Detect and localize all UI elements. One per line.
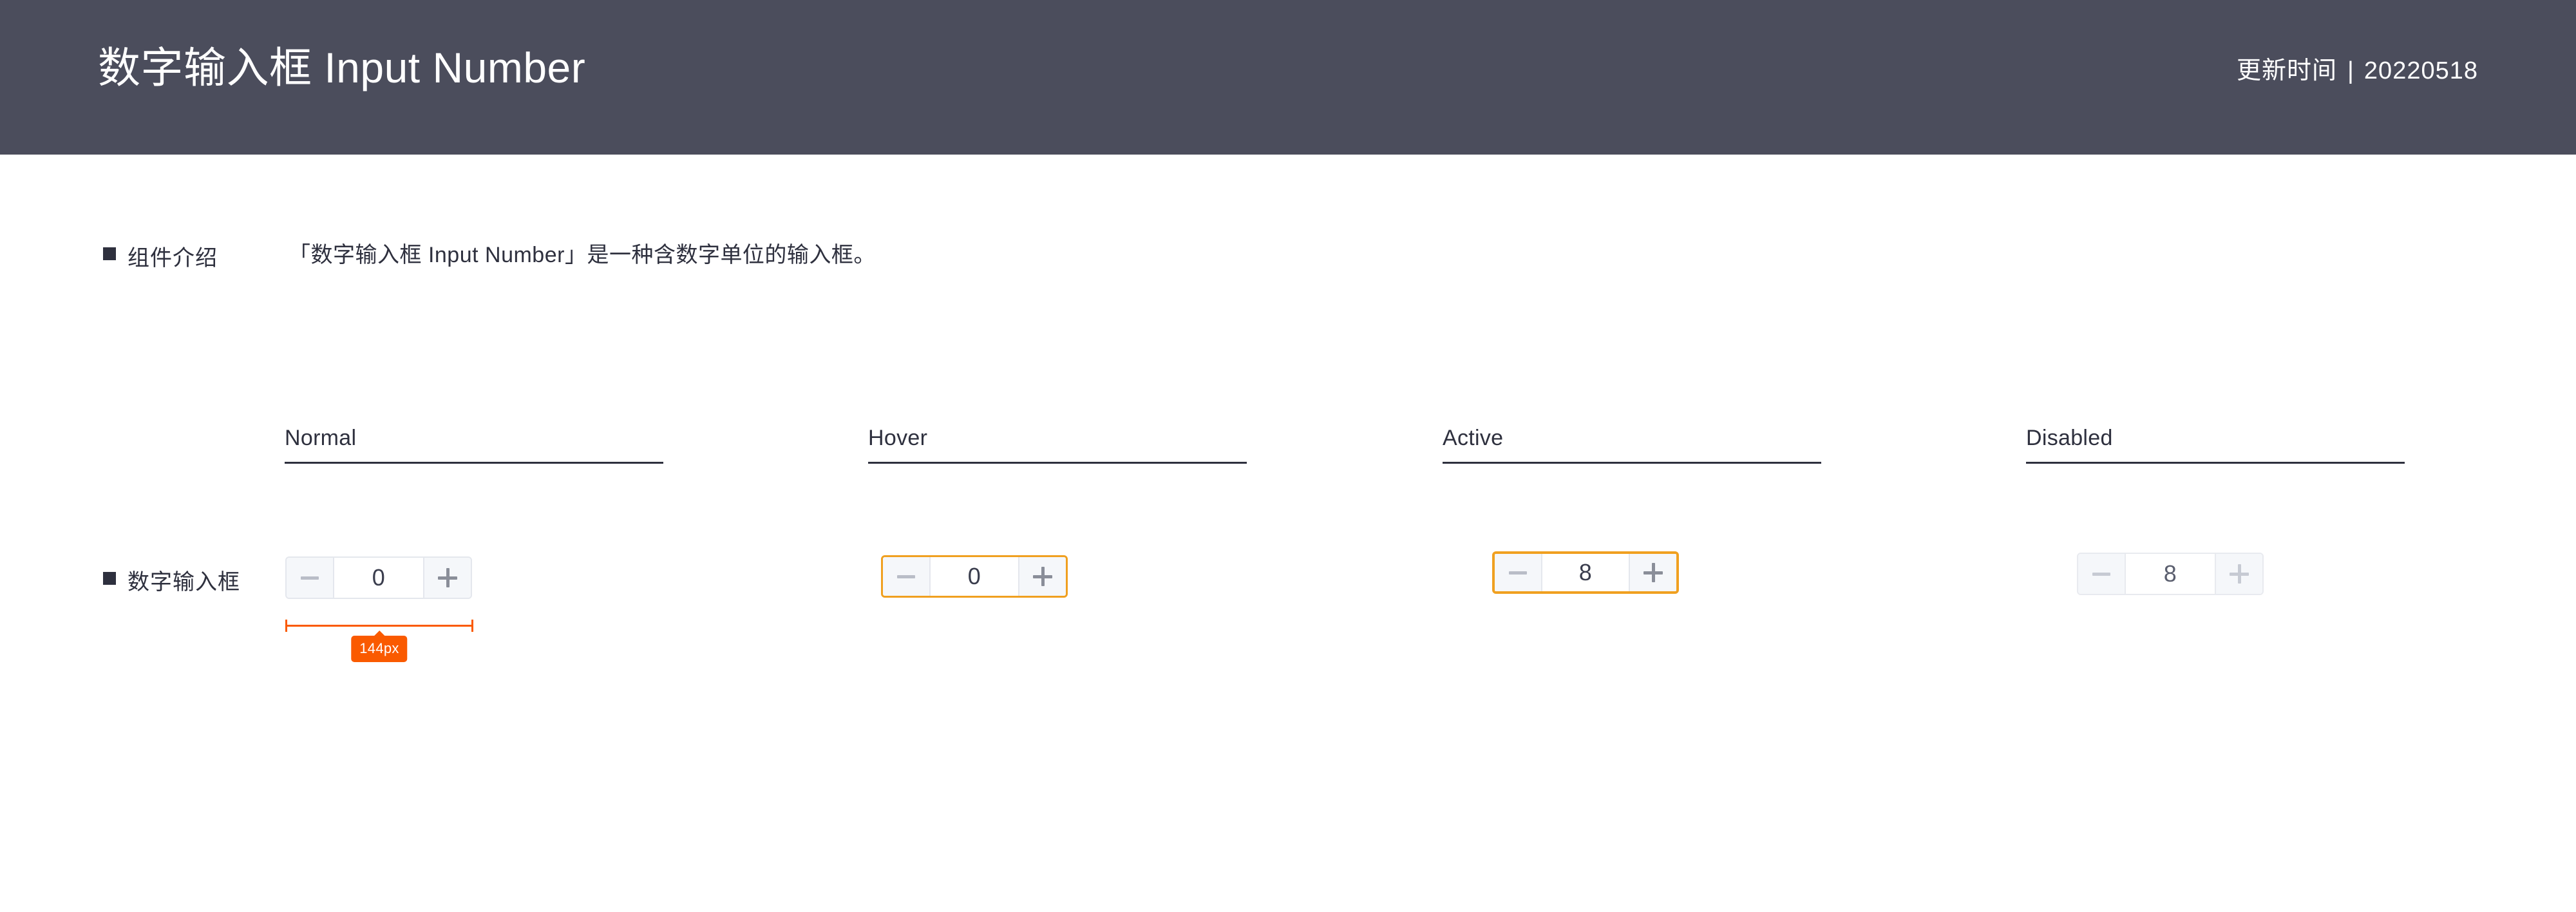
page-header: 数字输入框 Input Number 更新时间 | 20220518 [0,0,2576,155]
state-underline-hover [868,461,1247,464]
state-column-header-hover: Hover [868,425,1247,464]
width-measurement-annotation: 144px [285,618,473,683]
increment-button-active[interactable] [1629,554,1676,591]
input-number-normal[interactable]: 0 [285,556,472,599]
state-column-header-normal: Normal [285,425,663,464]
increment-button-normal[interactable] [423,558,471,598]
minus-icon [2092,572,2110,576]
state-underline-active [1443,461,1821,464]
measure-line [285,625,473,627]
measure-cap-right [471,620,473,632]
value-field-active[interactable]: 8 [1542,554,1629,591]
input-number-active[interactable]: 8 [1492,551,1679,594]
component-intro-heading: 组件介绍 [103,240,218,272]
section-marker-icon [103,247,116,260]
plus-icon [1033,567,1052,586]
state-underline-normal [285,461,663,464]
input-number-disabled: 8 [2077,553,2264,595]
value-field-disabled: 8 [2126,554,2215,594]
page-title: 数字输入框 Input Number [98,44,586,91]
component-row-label: 数字输入框 [128,570,240,594]
decrement-button-normal[interactable] [287,558,334,598]
increment-button-disabled [2215,554,2262,594]
header-meta: 更新时间 | 20220518 [2237,57,2478,86]
measure-value-badge: 144px [351,636,408,662]
state-label-normal: Normal [285,426,357,450]
section-marker-icon [103,571,116,585]
meta-separator: | [2347,57,2354,84]
increment-button-hover[interactable] [1018,557,1066,596]
minus-icon [1509,571,1527,575]
state-label-hover: Hover [868,426,928,450]
update-time-value: 20220518 [2363,57,2478,84]
update-time-label: 更新时间 [2237,57,2338,84]
state-label-active: Active [1443,426,1504,450]
plus-icon [2230,564,2249,584]
state-label-disabled: Disabled [2026,426,2113,450]
plus-icon [438,568,457,587]
minus-icon [301,576,319,580]
decrement-button-hover[interactable] [883,557,931,596]
value-field-normal[interactable]: 0 [334,558,423,598]
state-column-header-active: Active [1443,425,1821,464]
decrement-button-disabled [2078,554,2126,594]
component-intro-label: 组件介绍 [128,245,218,271]
decrement-button-active[interactable] [1495,554,1542,591]
component-intro-description: 「数字输入框 Input Number」是一种含数字单位的输入框。 [289,243,876,267]
value-field-hover[interactable]: 0 [931,557,1018,596]
plus-icon [1643,563,1663,582]
component-row-heading: 数字输入框 [103,564,240,596]
state-underline-disabled [2026,461,2405,464]
measure-cap-left [285,620,287,632]
component-intro-row: 组件介绍 「数字输入框 Input Number」是一种含数字单位的输入框。 [103,237,876,272]
state-column-header-disabled: Disabled [2026,425,2405,464]
input-number-hover[interactable]: 0 [881,555,1068,598]
minus-icon [897,575,915,578]
page-root: 数字输入框 Input Number 更新时间 | 20220518 组件介绍 … [0,0,2576,912]
